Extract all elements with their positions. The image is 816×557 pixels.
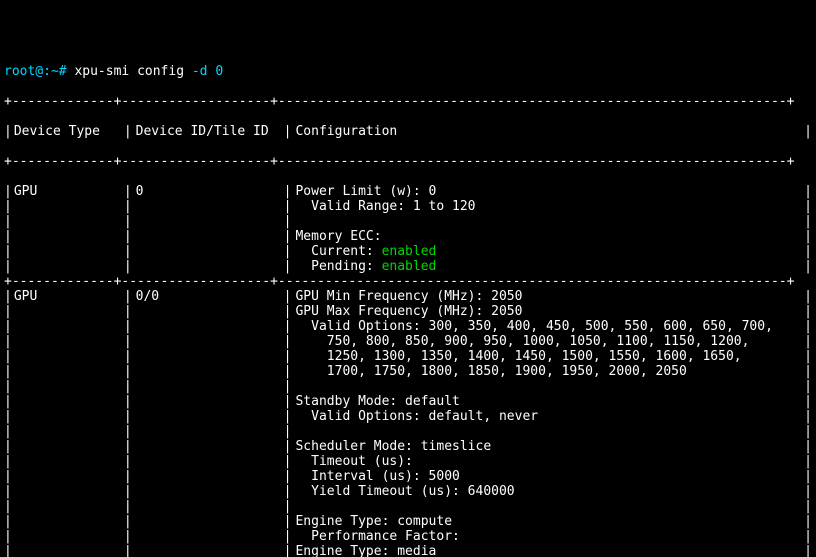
table-border-top: +-------------+-------------------+-----… — [4, 94, 812, 109]
table-row: ||| Pending: enabled| — [4, 259, 812, 274]
table-row: |||Engine Type: compute| — [4, 514, 812, 529]
cell-configuration: Power Limit (w): 0 — [291, 184, 804, 199]
cell-configuration: Performance Factor: — [291, 529, 804, 544]
table-row: |||| — [4, 499, 812, 514]
cell-device-type: GPU — [12, 184, 124, 199]
cell-configuration: GPU Max Frequency (MHz): 2050 — [291, 304, 804, 319]
prompt-line: root@:~# xpu-smi config -d 0 — [4, 64, 812, 79]
table-row: |||Scheduler Mode: timeslice| — [4, 439, 812, 454]
cell-configuration: Memory ECC: — [291, 229, 804, 244]
cell-configuration: Engine Type: compute — [291, 514, 804, 529]
table-row: |||GPU Max Frequency (MHz): 2050| — [4, 304, 812, 319]
cell-configuration: Valid Options: default, never — [291, 409, 804, 424]
cell-configuration: Valid Options: 300, 350, 400, 450, 500, … — [291, 319, 804, 334]
table-row: ||| Valid Options: default, never| — [4, 409, 812, 424]
cell-configuration — [291, 379, 804, 394]
command: xpu-smi config — [74, 64, 191, 79]
cell-configuration: Interval (us): 5000 — [291, 469, 804, 484]
cell-configuration — [291, 499, 804, 514]
table-row: ||| Performance Factor:| — [4, 529, 812, 544]
cell-configuration — [291, 214, 804, 229]
table-row-divider: +-------------+-------------------+-----… — [4, 274, 812, 289]
table-body: |GPU|0|Power Limit (w): 0|||| Valid Rang… — [4, 184, 812, 557]
table-border-header: +-------------+-------------------+-----… — [4, 154, 812, 169]
table-row: |||| — [4, 424, 812, 439]
table-row: ||| Valid Options: 300, 350, 400, 450, 5… — [4, 319, 812, 334]
table-row: ||| Timeout (us):| — [4, 454, 812, 469]
cell-configuration: GPU Min Frequency (MHz): 2050 — [291, 289, 804, 304]
cell-configuration: Yield Timeout (us): 640000 — [291, 484, 804, 499]
table-row: |GPU|0/0|GPU Min Frequency (MHz): 2050| — [4, 289, 812, 304]
table-row: ||| Yield Timeout (us): 640000| — [4, 484, 812, 499]
th-configuration: Configuration — [291, 124, 804, 139]
table-row: ||| Current: enabled| — [4, 244, 812, 259]
cell-configuration: Pending: enabled — [291, 259, 804, 274]
cell-configuration: Valid Range: 1 to 120 — [291, 199, 804, 214]
status-enabled: enabled — [382, 259, 437, 274]
table-row: |||| — [4, 214, 812, 229]
cell-configuration: Current: enabled — [291, 244, 804, 259]
status-enabled: enabled — [382, 244, 437, 259]
cell-configuration: Scheduler Mode: timeslice — [291, 439, 804, 454]
table-row: ||| 750, 800, 850, 900, 950, 1000, 1050,… — [4, 334, 812, 349]
command-args: -d 0 — [192, 64, 223, 79]
cell-device-id: 0/0 — [132, 289, 284, 304]
cell-configuration: Timeout (us): — [291, 454, 804, 469]
cell-configuration: Standby Mode: default — [291, 394, 804, 409]
prompt-cwd: :~# — [43, 64, 66, 79]
cell-configuration: 1700, 1750, 1800, 1850, 1900, 1950, 2000… — [291, 364, 804, 379]
cell-device-type: GPU — [12, 289, 124, 304]
table-row: ||| Valid Range: 1 to 120| — [4, 199, 812, 214]
table-row: ||| 1700, 1750, 1800, 1850, 1900, 1950, … — [4, 364, 812, 379]
table-header: |Device Type|Device ID/Tile ID|Configura… — [4, 124, 812, 139]
th-device-id: Device ID/Tile ID — [132, 124, 284, 139]
table-row: |||| — [4, 379, 812, 394]
table-row: |||Standby Mode: default| — [4, 394, 812, 409]
cell-configuration: 1250, 1300, 1350, 1400, 1450, 1500, 1550… — [291, 349, 804, 364]
table-row: |GPU|0|Power Limit (w): 0| — [4, 184, 812, 199]
table-row: ||| 1250, 1300, 1350, 1400, 1450, 1500, … — [4, 349, 812, 364]
cell-configuration: 750, 800, 850, 900, 950, 1000, 1050, 110… — [291, 334, 804, 349]
table-row: ||| Interval (us): 5000| — [4, 469, 812, 484]
terminal-output: { "prompt": { "user_host": "root@", "cwd… — [0, 0, 816, 557]
table-row: |||Memory ECC:| — [4, 229, 812, 244]
prompt-user-host: root@ — [4, 64, 43, 79]
th-device-type: Device Type — [12, 124, 124, 139]
table-row: |||Engine Type: media| — [4, 544, 812, 557]
cell-configuration: Engine Type: media — [291, 544, 804, 557]
cell-device-id: 0 — [132, 184, 284, 199]
cell-configuration — [291, 424, 804, 439]
